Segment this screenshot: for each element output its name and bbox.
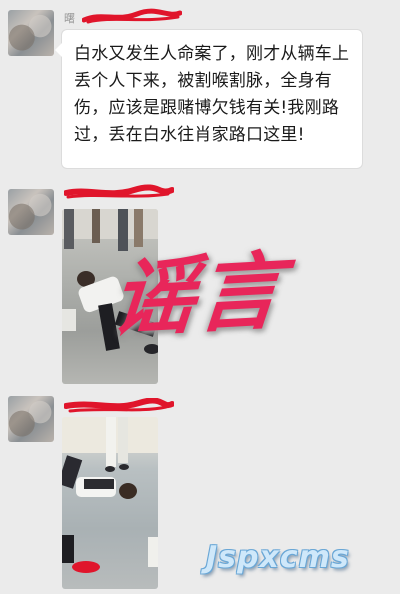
redaction-scribble-2: [64, 184, 174, 199]
redaction-scribble-3: [64, 398, 174, 413]
image-message-2[interactable]: [62, 417, 158, 589]
message-text: 白水又发生人命案了，刚才从辆车上丢个人下来，被割喉割脉，全身有伤，应该是跟赌博欠…: [74, 44, 350, 145]
avatar-sender-1[interactable]: [8, 10, 54, 56]
avatar-sender-2[interactable]: [8, 189, 54, 235]
site-watermark: Jspxcms: [206, 540, 350, 575]
redaction-scribble-1: [82, 8, 182, 24]
chat-screen: { "messages": [ { "sender_fragment": "曙"…: [0, 0, 400, 594]
scene-photo-2: [62, 417, 158, 573]
sender-name-fragment: 曙: [64, 12, 75, 25]
message-bubble[interactable]: 白水又发生人命案了，刚才从辆车上丢个人下来，被割喉割脉，全身有伤，应该是跟赌博欠…: [55, 30, 362, 168]
rumor-stamp: 谣言: [107, 240, 288, 349]
avatar-sender-3[interactable]: [8, 396, 54, 442]
